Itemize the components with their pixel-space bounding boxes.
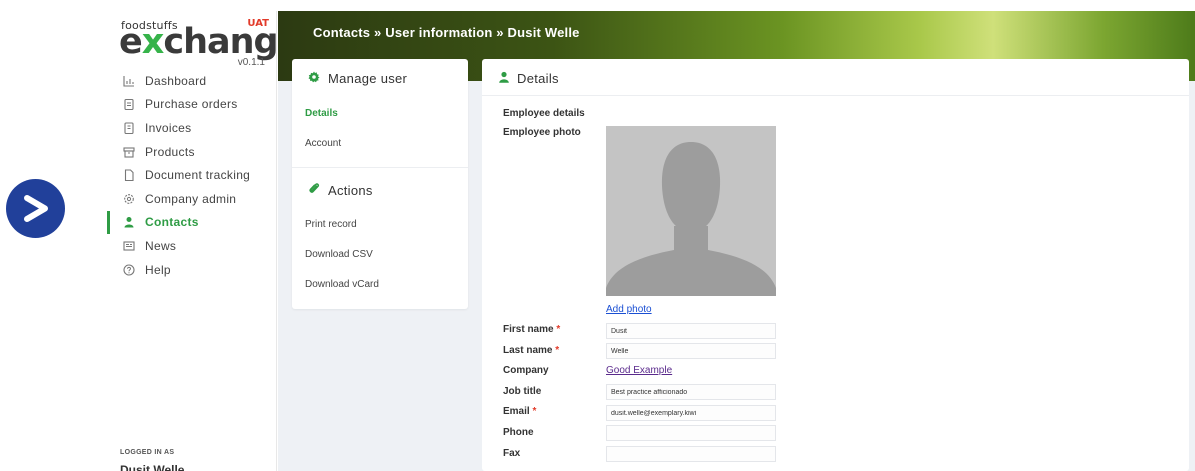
manage-link-account[interactable]: Account [305, 138, 341, 149]
email-label: Email * [503, 406, 537, 417]
logo-wordmark: exchange [119, 22, 301, 62]
sidebar-item-invoices[interactable]: Invoices [107, 116, 277, 140]
user-icon [498, 71, 510, 86]
details-divider [482, 95, 1189, 96]
bar-chart-icon [123, 75, 135, 87]
sidebar-item-products[interactable]: Products [107, 140, 277, 164]
breadcrumb: Contacts » User information » Dusit Well… [313, 25, 580, 40]
manage-user-heading: Manage user [307, 71, 407, 86]
sidebar-item-label: Help [145, 262, 171, 277]
sidebar-item-company-admin[interactable]: Company admin [107, 187, 277, 211]
employee-photo [606, 126, 776, 296]
employee-photo-label: Employee photo [503, 127, 581, 138]
user-icon [123, 216, 135, 228]
logged-in-user-name[interactable]: Dusit Welle [120, 463, 184, 471]
app-version: v0.1.1 [237, 57, 265, 68]
phone-field[interactable] [606, 425, 776, 441]
details-title: Details [517, 71, 559, 86]
manage-user-title: Manage user [328, 71, 408, 86]
email-field[interactable] [606, 405, 776, 421]
sidebar-item-dashboard[interactable]: Dashboard [107, 69, 277, 93]
logo[interactable]: foodstuffs UAT exchange v0.1.1 [119, 15, 301, 71]
sidebar-item-news[interactable]: News [107, 234, 277, 258]
last-name-label: Last name * [503, 345, 560, 356]
avatar-placeholder-icon [606, 126, 776, 296]
sidebar-item-contacts[interactable]: Contacts [107, 210, 277, 235]
sidebar-item-label: Company admin [145, 191, 237, 206]
first-name-field[interactable] [606, 323, 776, 339]
invoice-icon [123, 122, 135, 135]
fax-label: Fax [503, 448, 521, 459]
last-name-field[interactable] [606, 343, 776, 359]
sidebar-item-label: Document tracking [145, 168, 251, 183]
manage-link-details[interactable]: Details [305, 108, 338, 119]
sidebar-item-label: Invoices [145, 120, 192, 135]
details-panel: Details Employee details Employee photo … [482, 59, 1189, 471]
sidebar-item-document-tracking[interactable]: Document tracking [107, 163, 277, 187]
panel-divider [292, 167, 468, 168]
sidebar-item-label: Purchase orders [145, 97, 238, 112]
sidebar-item-purchase-orders[interactable]: Purchase orders [107, 93, 277, 117]
employee-details-label: Employee details [503, 108, 585, 119]
gear-icon [123, 193, 135, 205]
sidebar-item-label: Products [145, 144, 195, 159]
logged-in-label: LOGGED IN AS [120, 449, 175, 456]
sidebar-item-help[interactable]: Help [107, 258, 277, 282]
help-icon [123, 263, 135, 276]
box-icon [123, 146, 135, 158]
newspaper-icon [123, 240, 135, 252]
company-link[interactable]: Good Example [606, 365, 672, 376]
clipboard-icon [123, 98, 135, 111]
actions-title: Actions [328, 182, 373, 198]
add-photo-link[interactable]: Add photo [606, 304, 652, 315]
company-label: Company [503, 365, 549, 376]
details-heading: Details [498, 71, 559, 86]
gear-icon [307, 71, 320, 86]
sidebar: foodstuffs UAT exchange v0.1.1 Dashboard… [107, 11, 301, 471]
sidebar-item-label: Dashboard [145, 73, 207, 88]
paperclip-icon [307, 182, 320, 198]
job-title-label: Job title [503, 386, 542, 397]
action-download-csv[interactable]: Download CSV [305, 249, 373, 260]
first-name-label: First name * [503, 324, 561, 335]
play-button[interactable] [6, 179, 65, 238]
job-title-field[interactable] [606, 384, 776, 400]
action-download-vcard[interactable]: Download vCard [305, 279, 379, 290]
actions-heading: Actions [307, 182, 373, 198]
document-icon [123, 169, 135, 182]
sidebar-nav: Dashboard Purchase orders Invoices Produ… [107, 69, 277, 281]
sidebar-item-label: Contacts [145, 215, 199, 230]
sidebar-item-label: News [145, 238, 177, 253]
manage-user-panel: Manage user Details Account Actions Prin… [292, 59, 468, 309]
fax-field[interactable] [606, 446, 776, 462]
play-icon [24, 195, 48, 222]
phone-label: Phone [503, 427, 534, 438]
action-print-record[interactable]: Print record [305, 219, 357, 230]
